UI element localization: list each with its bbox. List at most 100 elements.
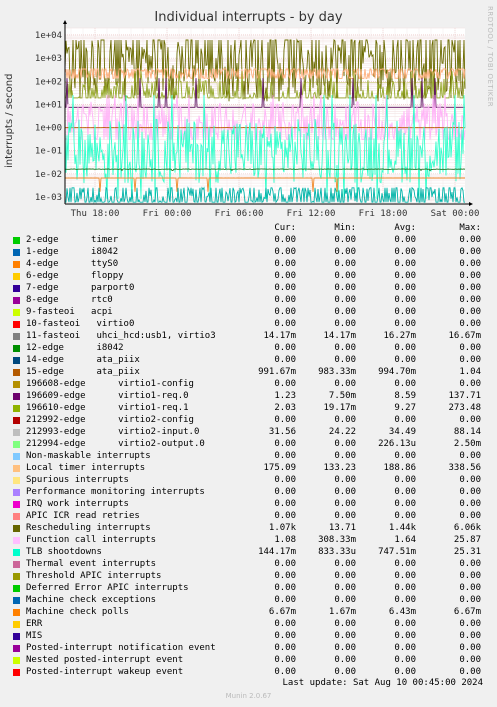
legend-avg-value: 0.00 <box>394 475 416 485</box>
legend-swatch <box>13 465 20 472</box>
legend-row: 7-edge parport0 0.00 0.00 0.00 0.00 <box>0 282 497 294</box>
legend-avg-value: 0.00 <box>394 271 416 281</box>
legend-label: Non-maskable interrupts <box>26 451 151 461</box>
legend-avg-value: 0.00 <box>394 319 416 329</box>
legend-max-value: 0.00 <box>459 271 481 281</box>
legend-swatch <box>13 405 20 412</box>
legend-row: IRQ work interrupts 0.00 0.00 0.00 0.00 <box>0 498 497 510</box>
y-tick-label: 1e-02 <box>35 170 62 180</box>
legend-avg-value: 0.00 <box>394 235 416 245</box>
legend-swatch <box>13 525 20 532</box>
legend-max-value: 0.00 <box>459 559 481 569</box>
legend-row: Deferred Error APIC interrupts 0.00 0.00 0.… <box>0 582 497 594</box>
legend-swatch <box>13 429 20 436</box>
legend-row: Nested posted-interrupt event 0.00 0.00 0.0… <box>0 654 497 666</box>
legend-max-value: 0.00 <box>459 655 481 665</box>
legend-row: APIC ICR read retries 0.00 0.00 0.00 0.00 <box>0 510 497 522</box>
x-tick-label: Sat 00:00 <box>431 209 480 219</box>
legend-max-value: 0.00 <box>459 355 481 365</box>
legend-row: 212993-edge virtio2-input.0 31.56 24.22 34.… <box>0 426 497 438</box>
y-tick-label: 1e+04 <box>35 31 62 41</box>
legend-label: 14-edge ata_piix <box>26 355 140 365</box>
legend-row: Machine check exceptions 0.00 0.00 0.00 0.00 <box>0 594 497 606</box>
legend-label: Machine check exceptions <box>26 595 157 605</box>
legend-max-value: 0.00 <box>459 643 481 653</box>
legend-label: Machine check polls <box>26 607 129 617</box>
legend-swatch <box>13 669 20 676</box>
legend-swatch <box>13 477 20 484</box>
legend-swatch <box>13 333 20 340</box>
legend-avg-value: 0.00 <box>394 571 416 581</box>
legend-avg-value: 0.00 <box>394 643 416 653</box>
legend-swatch <box>13 393 20 400</box>
legend-avg-value: 747.51m <box>378 547 416 557</box>
legend-max-value: 0.00 <box>459 343 481 353</box>
legend-label: TLB shootdowns <box>26 547 102 557</box>
legend-label: Thermal event interrupts <box>26 559 157 569</box>
legend-avg-value: 0.00 <box>394 595 416 605</box>
legend-label: IRQ work interrupts <box>26 499 129 509</box>
y-axis-arrow <box>63 20 67 24</box>
legend-label: 6-edge floppy <box>26 271 124 281</box>
legend-avg-value: 1.44k <box>388 523 416 533</box>
legend-max-value: 0.00 <box>459 415 481 425</box>
munin-version: Munin 2.0.67 <box>225 692 272 700</box>
x-tick-label: Fri 06:00 <box>215 209 264 219</box>
legend-label: 2-edge timer <box>26 235 119 245</box>
legend-label: 4-edge ttyS0 <box>26 259 119 269</box>
legend-row: 2-edge timer 0.00 0.00 0.00 0.00 <box>0 234 497 246</box>
legend-row: 196608-edge virtio1-config 0.00 0.00 0.00 0.… <box>0 378 497 390</box>
legend-avg-value: 0.00 <box>394 511 416 521</box>
legend-label: Posted-interrupt notification event <box>26 643 216 653</box>
legend-swatch <box>13 285 20 292</box>
legend-avg-value: 0.00 <box>394 619 416 629</box>
legend-max-value: 0.00 <box>459 487 481 497</box>
legend-swatch <box>13 369 20 376</box>
legend-max-value: 0.00 <box>459 319 481 329</box>
x-tick-label: Fri 12:00 <box>287 209 336 219</box>
legend-header: Cur: Min: Avg: Max: <box>0 222 497 234</box>
legend-row: Local timer interrupts 175.09 133.23 188.86… <box>0 462 497 474</box>
legend-avg-value: 0.00 <box>394 451 416 461</box>
legend-row: ERR 0.00 0.00 0.00 0.00 <box>0 618 497 630</box>
x-tick-label: Thu 18:00 <box>71 209 120 219</box>
legend-avg-value: 0.00 <box>394 415 416 425</box>
legend-max-value: 0.00 <box>459 259 481 269</box>
col-avg-header: Avg: <box>394 223 416 233</box>
legend-row: Function call interrupts 1.08 308.33m 1.64 2… <box>0 534 497 546</box>
legend-max-value: 0.00 <box>459 667 481 677</box>
legend-avg-value: 0.00 <box>394 343 416 353</box>
y-tick-label: 1e-01 <box>35 147 62 157</box>
x-tick-label: Fri 00:00 <box>143 209 192 219</box>
legend-avg-value: 0.00 <box>394 583 416 593</box>
legend-max-value: 88.14 <box>453 427 481 437</box>
legend-avg-value: 0.00 <box>394 295 416 305</box>
legend-label: 8-edge rtc0 <box>26 295 113 305</box>
legend-swatch <box>13 249 20 256</box>
chart: 1e-03 1e-02 1e-01 1e+00 1e+01 1e+02 1e+03 1e+04… <box>35 20 480 219</box>
col-max-header: Max: <box>459 223 481 233</box>
legend-max-value: 0.00 <box>459 499 481 509</box>
legend-label: Local timer interrupts <box>26 463 146 473</box>
legend-row: TLB shootdowns 144.17m 833.33u 747.51m 25.31 <box>0 546 497 558</box>
legend-row: 1-edge i8042 0.00 0.00 0.00 0.00 <box>0 246 497 258</box>
legend-row: 212994-edge virtio2-output.0 0.00 0.00 226.… <box>0 438 497 450</box>
legend-avg-value: 0.00 <box>394 667 416 677</box>
legend-swatch <box>13 441 20 448</box>
y-tick-label: 1e+02 <box>35 77 62 87</box>
legend-max-value: 0.00 <box>459 595 481 605</box>
y-tick-label: 1e+00 <box>35 124 62 134</box>
y-tick-label: 1e+03 <box>35 54 62 64</box>
legend-avg-value: 0.00 <box>394 559 416 569</box>
legend-label: MIS <box>26 631 43 641</box>
x-tick-labels: Thu 18:00 Fri 00:00 Fri 06:00 Fri 12:00 Fri … <box>71 209 480 219</box>
legend-label: 9-fasteoi acpi <box>26 307 113 317</box>
legend-avg-value: 0.00 <box>394 307 416 317</box>
legend-avg-value: 8.59 <box>394 391 416 401</box>
legend-swatch <box>13 513 20 520</box>
legend-label: 212994-edge virtio2-output.0 <box>26 439 205 449</box>
legend-swatch <box>13 645 20 652</box>
legend-label: APIC ICR read retries <box>26 511 140 521</box>
legend-swatch <box>13 261 20 268</box>
legend-label: Spurious interrupts <box>26 475 129 485</box>
